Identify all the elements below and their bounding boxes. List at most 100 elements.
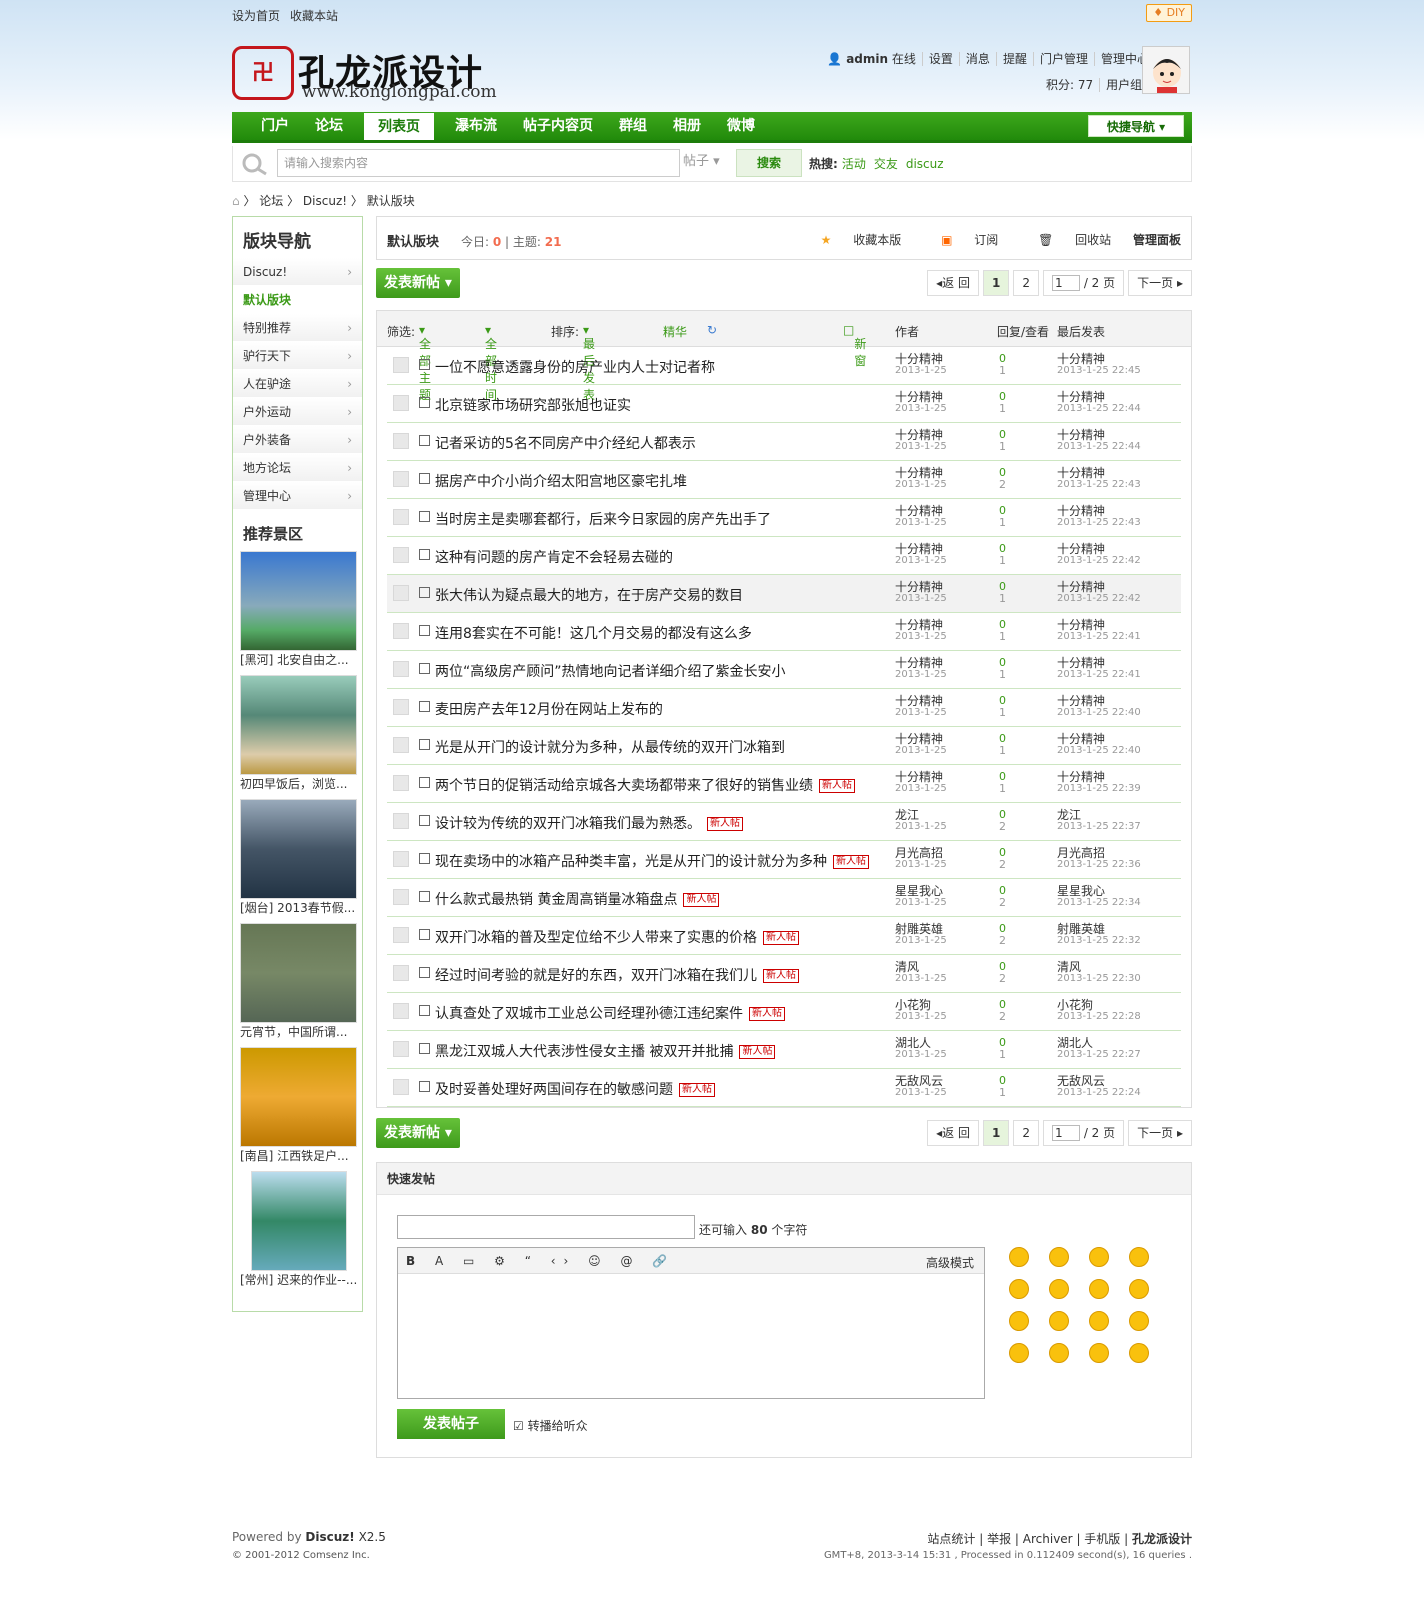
editor-buttons[interactable]: B A ▭ ⚙ “ ‹› ☺ @ 🔗 xyxy=(406,1254,675,1268)
crumb-forum[interactable]: 论坛 xyxy=(259,194,283,208)
table-row[interactable]: 认真查处了双城市工业总公司经理孙德江违纪案件 新人帖 小花狗 2013-1-25 0 2 小… xyxy=(387,993,1181,1031)
thread-checkbox[interactable] xyxy=(419,967,430,978)
thread-title[interactable]: 麦田房产去年12月份在网站上发布的 xyxy=(435,699,663,719)
nav-forum[interactable]: 论坛 xyxy=(302,112,356,140)
table-row[interactable]: 当时房主是卖哪套都行，后来今日家园的房产先出手了 十分精神 2013-1-25 0 1 十… xyxy=(387,499,1181,537)
table-row[interactable]: 两个节日的促销活动给京城各大卖场都带来了很好的销售业绩 新人帖 十分精神 2013-1… xyxy=(387,765,1181,803)
sidebar-item[interactable]: 户外装备 xyxy=(233,425,362,454)
thread-title[interactable]: 这种有问题的房产肯定不会轻易去碰的 xyxy=(435,547,673,567)
favorite-forum-link[interactable]: ★ 收藏本版 xyxy=(803,233,902,247)
scenic-photo[interactable] xyxy=(240,923,357,1023)
report-link[interactable]: 举报 xyxy=(987,1532,1011,1546)
hot-item[interactable]: discuz xyxy=(906,157,944,171)
table-row[interactable]: 及时妥善处理好两国间存在的敏感问题 新人帖 无敌风云 2013-1-25 0 1 无敌风云 2… xyxy=(387,1069,1181,1107)
thread-last-post[interactable]: 十分精神 2013-1-25 22:42 xyxy=(1057,581,1141,605)
thread-title[interactable]: 据房产中介小尚介绍太阳宫地区豪宅扎堆 xyxy=(435,471,687,491)
thread-checkbox[interactable] xyxy=(419,739,430,750)
thread-title[interactable]: 黑龙江双城人大代表涉性侵女主播 被双开并批捕 新人帖 xyxy=(435,1041,776,1061)
smiley-icon[interactable] xyxy=(1129,1311,1149,1331)
filter-all-topics[interactable]: 全部主题 ▾ xyxy=(419,323,431,402)
archiver-link[interactable]: Archiver xyxy=(1023,1532,1073,1546)
thread-title[interactable]: 两位“高级房产顾问”热情地向记者详细介绍了紫金长安小 xyxy=(435,661,786,681)
sort-select[interactable]: 最后发表 ▾ xyxy=(583,323,595,402)
thread-author[interactable]: 无敌风云 2013-1-25 xyxy=(895,1075,947,1099)
home-icon[interactable]: ⌂ xyxy=(232,194,240,208)
page-2[interactable]: 2 xyxy=(1013,1120,1039,1146)
sidebar-item[interactable]: 地方论坛 xyxy=(233,453,362,482)
thread-last-post[interactable]: 月光高招 2013-1-25 22:36 xyxy=(1057,847,1141,871)
smiley-icon[interactable] xyxy=(1049,1311,1069,1331)
thread-author[interactable]: 十分精神 2013-1-25 xyxy=(895,467,947,491)
nav-album[interactable]: 相册 xyxy=(660,112,714,140)
table-row[interactable]: 一位不愿意透露身份的房产业内人士对记者称 十分精神 2013-1-25 0 1 十分精神 2… xyxy=(387,347,1181,385)
smiley-icon[interactable] xyxy=(1049,1279,1069,1299)
thread-last-post[interactable]: 十分精神 2013-1-25 22:41 xyxy=(1057,657,1141,681)
sidebar-item[interactable]: 户外运动 xyxy=(233,397,362,426)
scenic-caption[interactable]: [南昌] 江西铁足户... xyxy=(233,1147,362,1165)
next-page-button[interactable]: 下一页 ▸ xyxy=(1128,270,1192,296)
thread-checkbox[interactable] xyxy=(419,435,430,446)
smiley-icon[interactable] xyxy=(1089,1279,1109,1299)
table-row[interactable]: 这种有问题的房产肯定不会轻易去碰的 十分精神 2013-1-25 0 1 十分精神 2013… xyxy=(387,537,1181,575)
thread-last-post[interactable]: 十分精神 2013-1-25 22:43 xyxy=(1057,505,1141,529)
table-row[interactable]: 双开门冰箱的普及型定位给不少人带来了实惠的价格 新人帖 射雕英雄 2013-1-25 0… xyxy=(387,917,1181,955)
search-input[interactable]: 请输入搜索内容 xyxy=(277,149,680,177)
thread-title[interactable]: 现在卖场中的冰箱产品种类丰富，光是从开门的设计就分为多种 新人帖 xyxy=(435,851,869,871)
thread-author[interactable]: 十分精神 2013-1-25 xyxy=(895,657,947,681)
thread-last-post[interactable]: 龙江 2013-1-25 22:37 xyxy=(1057,809,1141,833)
digest-filter[interactable]: 精华 xyxy=(663,323,687,340)
thread-checkbox[interactable] xyxy=(419,891,430,902)
sidebar-item[interactable]: 驴行天下 xyxy=(233,341,362,370)
filter-all-time[interactable]: 全部时间 ▾ xyxy=(485,323,497,402)
scenic-photo[interactable] xyxy=(240,551,357,651)
refresh-icon[interactable]: ↻ xyxy=(707,323,717,337)
table-row[interactable]: 现在卖场中的冰箱产品种类丰富，光是从开门的设计就分为多种 新人帖 月光高招 2013-… xyxy=(387,841,1181,879)
forward-checkbox[interactable]: ☑ 转播给听众 xyxy=(513,1417,588,1434)
thread-checkbox[interactable] xyxy=(419,663,430,674)
thread-checkbox[interactable] xyxy=(419,853,430,864)
thread-checkbox[interactable] xyxy=(419,1005,430,1016)
thread-title[interactable]: 两个节日的促销活动给京城各大卖场都带来了很好的销售业绩 新人帖 xyxy=(435,775,855,795)
portal-admin-link[interactable]: 门户管理 xyxy=(1032,52,1094,66)
thread-checkbox[interactable] xyxy=(419,625,430,636)
thread-last-post[interactable]: 清风 2013-1-25 22:30 xyxy=(1057,961,1141,985)
table-row[interactable]: 两位“高级房产顾问”热情地向记者详细介绍了紫金长安小 十分精神 2013-1-25 0… xyxy=(387,651,1181,689)
thread-last-post[interactable]: 湖北人 2013-1-25 22:27 xyxy=(1057,1037,1141,1061)
thread-last-post[interactable]: 十分精神 2013-1-25 22:39 xyxy=(1057,771,1141,795)
messages-link[interactable]: 消息 xyxy=(958,52,996,66)
thread-author[interactable]: 十分精神 2013-1-25 xyxy=(895,353,947,377)
hot-item[interactable]: 交友 xyxy=(874,157,898,171)
thread-author[interactable]: 清风 2013-1-25 xyxy=(895,961,947,985)
table-row[interactable]: 据房产中介小尚介绍太阳宫地区豪宅扎堆 十分精神 2013-1-25 0 2 十分精神 201… xyxy=(387,461,1181,499)
scenic-photo[interactable] xyxy=(240,799,357,899)
table-row[interactable]: 什么款式最热销 黄金周高销量冰箱盘点 新人帖 星星我心 2013-1-25 0 2 星星我心… xyxy=(387,879,1181,917)
thread-author[interactable]: 十分精神 2013-1-25 xyxy=(895,391,947,415)
subscribe-link[interactable]: ▣ 订阅 xyxy=(923,233,998,247)
quick-nav-button[interactable]: 快捷导航 ▾ xyxy=(1088,115,1184,137)
scenic-caption[interactable]: 初四早饭后，浏览... xyxy=(233,775,362,793)
notices-link[interactable]: 提醒 xyxy=(995,52,1033,66)
nav-waterfall[interactable]: 瀑布流 xyxy=(442,112,510,140)
stats-link[interactable]: 站点统计 xyxy=(927,1532,975,1546)
thread-checkbox[interactable] xyxy=(419,815,430,826)
thread-checkbox[interactable] xyxy=(419,587,430,598)
table-row[interactable]: 张大伟认为疑点最大的地方，在于房产交易的数目 十分精神 2013-1-25 0 1 十分精… xyxy=(387,575,1181,613)
site-name-link[interactable]: 孔龙派设计 xyxy=(1132,1532,1192,1546)
message-editor[interactable]: B A ▭ ⚙ “ ‹› ☺ @ 🔗 高级模式 xyxy=(397,1247,985,1399)
nav-portal[interactable]: 门户 xyxy=(248,112,302,140)
thread-last-post[interactable]: 十分精神 2013-1-25 22:43 xyxy=(1057,467,1141,491)
crumb-discuz[interactable]: Discuz! xyxy=(303,194,347,208)
hot-item[interactable]: 活动 xyxy=(842,157,866,171)
thread-last-post[interactable]: 无敌风云 2013-1-25 22:24 xyxy=(1057,1075,1141,1099)
thread-title[interactable]: 认真查处了双城市工业总公司经理孙德江违纪案件 新人帖 xyxy=(435,1003,785,1023)
sidebar-item[interactable]: 特别推荐 xyxy=(233,313,362,342)
thread-author[interactable]: 十分精神 2013-1-25 xyxy=(895,581,947,605)
thread-checkbox[interactable] xyxy=(419,929,430,940)
table-row[interactable]: 北京链家市场研究部张旭也证实 十分精神 2013-1-25 0 1 十分精神 2013-1-… xyxy=(387,385,1181,423)
smiley-icon[interactable] xyxy=(1129,1247,1149,1267)
thread-title[interactable]: 光是从开门的设计就分为多种，从最传统的双开门冰箱到 xyxy=(435,737,785,757)
submit-post-button[interactable]: 发表帖子 xyxy=(397,1409,505,1439)
new-window-checkbox[interactable]: □ 新窗 xyxy=(843,323,866,368)
thread-author[interactable]: 小花狗 2013-1-25 xyxy=(895,999,947,1023)
smiley-icon[interactable] xyxy=(1049,1343,1069,1363)
